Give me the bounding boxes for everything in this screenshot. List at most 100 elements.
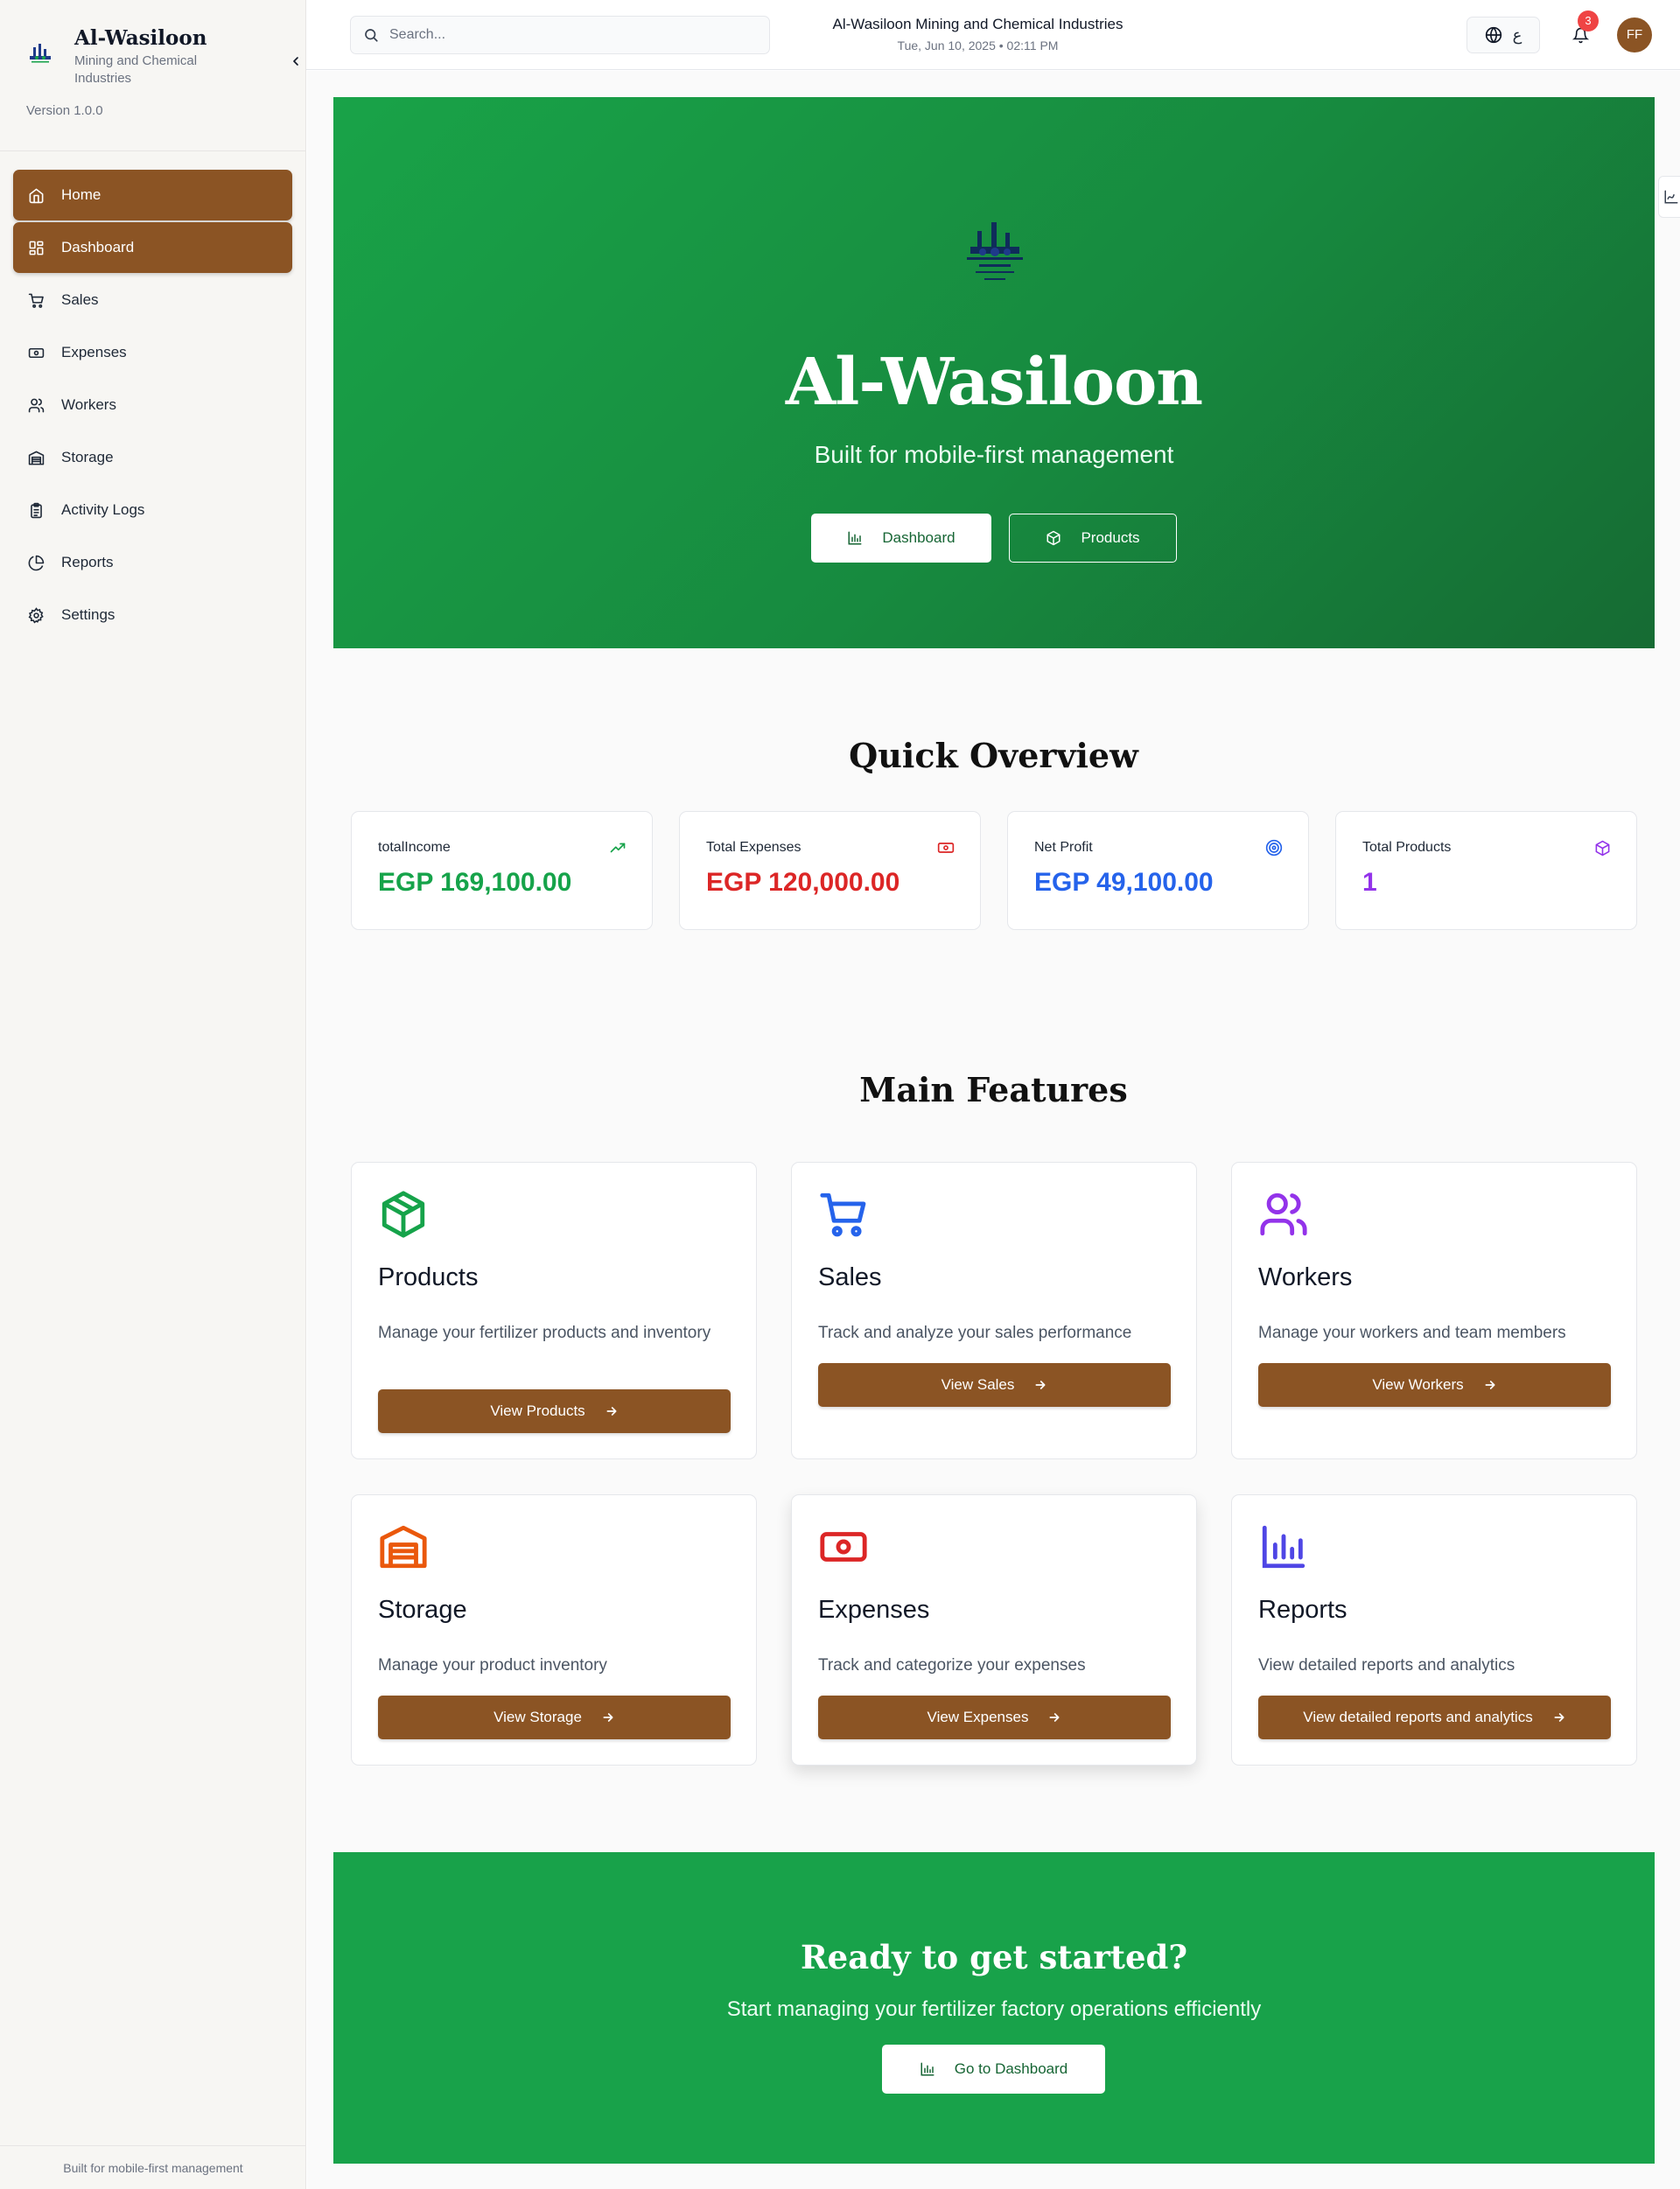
sidebar-item-dashboard[interactable]: Dashboard [13,222,292,273]
notification-badge: 3 [1578,10,1599,31]
stat-value: EGP 49,100.00 [1034,868,1214,897]
sidebar-item-label: Sales [61,291,99,308]
warehouse-icon [380,1525,427,1569]
view-reports-button[interactable]: View detailed reports and analytics [1258,1696,1611,1739]
arrow-right-icon [603,1713,613,1722]
chart-spline-icon [1664,190,1678,204]
sidebar-item-label: Reports [61,554,114,570]
package-icon [1592,838,1612,857]
button-label: View Expenses [927,1709,1029,1725]
card-description: Manage your workers and team members [1258,1324,1566,1342]
trending-up-icon [608,838,627,857]
stat-card-total-income: totalIncome EGP 169,100.00 [351,811,653,930]
cart-icon [26,290,46,310]
pie-chart-icon [26,553,46,572]
button-label: View Storage [494,1709,582,1725]
cta-button-label: Go to Dashboard [954,2060,1068,2077]
avatar[interactable]: FF [1617,17,1652,52]
bar-chart-icon [848,531,862,545]
stat-card-total-products: Total Products 1 [1335,811,1637,930]
banknote-icon [936,838,956,857]
sidebar-item-label: Settings [61,606,116,623]
button-label: View Workers [1372,1376,1464,1393]
hero-dashboard-label: Dashboard [882,529,956,546]
chevron-left-icon [293,57,298,66]
card-description: Track and categorize your expenses [818,1656,1086,1675]
sidebar-item-home[interactable]: Home [13,170,292,220]
sidebar-item-label: Storage [61,449,114,465]
version-label: Version 1.0.0 [26,103,103,118]
bar-chart-icon [920,2062,934,2076]
home-icon [26,185,46,205]
view-sales-button[interactable]: View Sales [818,1363,1171,1407]
view-products-button[interactable]: View Products [378,1389,731,1433]
header-title: Al-Wasiloon Mining and Chemical Industri… [832,16,1124,32]
search-box[interactable] [350,16,770,54]
sidebar-item-expenses[interactable]: Expenses [13,327,292,378]
banknote-icon [820,1532,867,1562]
card-description: View detailed reports and analytics [1258,1656,1516,1675]
hero-title: Al-Wasiloon [785,345,1203,420]
feature-card-sales: Sales Track and analyze your sales perfo… [791,1162,1197,1459]
button-label: View Sales [941,1376,1015,1393]
arrow-right-icon [606,1407,617,1416]
brand-title: Al-Wasiloon [74,26,207,50]
header-datetime: Tue, Jun 10, 2025 • 02:11 PM [897,38,1059,52]
sidebar-item-label: Expenses [61,344,127,360]
view-expenses-button[interactable]: View Expenses [818,1696,1171,1739]
bar-chart-icon [1262,1525,1306,1569]
top-header: Al-Wasiloon Mining and Chemical Industri… [306,0,1680,70]
sidebar-item-workers[interactable]: Workers [13,380,292,430]
dashboard-icon [26,238,46,257]
side-panel-toggle[interactable] [1658,176,1680,218]
sidebar-item-activity-logs[interactable]: Activity Logs [13,485,292,535]
warehouse-icon [26,448,46,467]
banknote-icon [26,343,46,362]
hero-banner: Al-Wasiloon Built for mobile-first manag… [333,97,1655,648]
card-title: Sales [818,1263,882,1291]
stat-label: totalIncome [378,840,451,855]
company-logo [30,44,51,63]
hero-products-label: Products [1081,529,1140,546]
company-logo [967,222,1023,280]
cta-title: Ready to get started? [800,1938,1188,1976]
target-icon [1264,838,1284,857]
arrow-right-icon [1554,1713,1564,1722]
button-label: View Products [490,1402,585,1419]
sidebar-nav: Home Dashboard Sales Expenses Workers St… [13,170,292,642]
users-icon [1260,1192,1307,1236]
gear-icon [26,605,46,625]
sidebar-item-settings[interactable]: Settings [13,590,292,640]
go-to-dashboard-button[interactable]: Go to Dashboard [882,2045,1105,2094]
view-storage-button[interactable]: View Storage [378,1696,731,1739]
search-input[interactable] [389,27,757,43]
feature-card-storage: Storage Manage your product inventory Vi… [351,1494,757,1766]
feature-card-workers: Workers Manage your workers and team mem… [1231,1162,1637,1459]
cta-subtitle: Start managing your fertilizer factory o… [726,1997,1262,2021]
feature-card-reports: Reports View detailed reports and analyt… [1231,1494,1637,1766]
divider [0,150,306,151]
sidebar-item-storage[interactable]: Storage [13,432,292,483]
users-icon [26,395,46,415]
sidebar-item-reports[interactable]: Reports [13,537,292,588]
language-toggle-button[interactable]: ع [1466,17,1540,53]
stat-label: Total Expenses [706,840,802,855]
cta-banner: Ready to get started? Start managing you… [333,1852,1655,2164]
view-workers-button[interactable]: View Workers [1258,1363,1611,1407]
brand-subtitle: Mining and Chemical Industries [74,53,198,86]
sidebar-item-label: Activity Logs [61,501,145,518]
clipboard-icon [26,500,46,520]
sidebar-item-sales[interactable]: Sales [13,275,292,325]
sidebar-footer: Built for mobile-first management [0,2145,306,2189]
card-description: Manage your fertilizer products and inve… [378,1324,711,1342]
search-icon [365,29,378,42]
overview-title: Quick Overview [849,736,1138,775]
hero-dashboard-button[interactable]: Dashboard [811,514,991,563]
sidebar-item-label: Dashboard [61,239,135,255]
card-description: Track and analyze your sales performance [818,1324,1132,1342]
language-label: ع [1512,25,1522,44]
hero-products-button[interactable]: Products [1009,514,1177,563]
card-title: Products [378,1263,479,1291]
cart-icon [820,1192,866,1237]
globe-icon [1485,26,1502,44]
